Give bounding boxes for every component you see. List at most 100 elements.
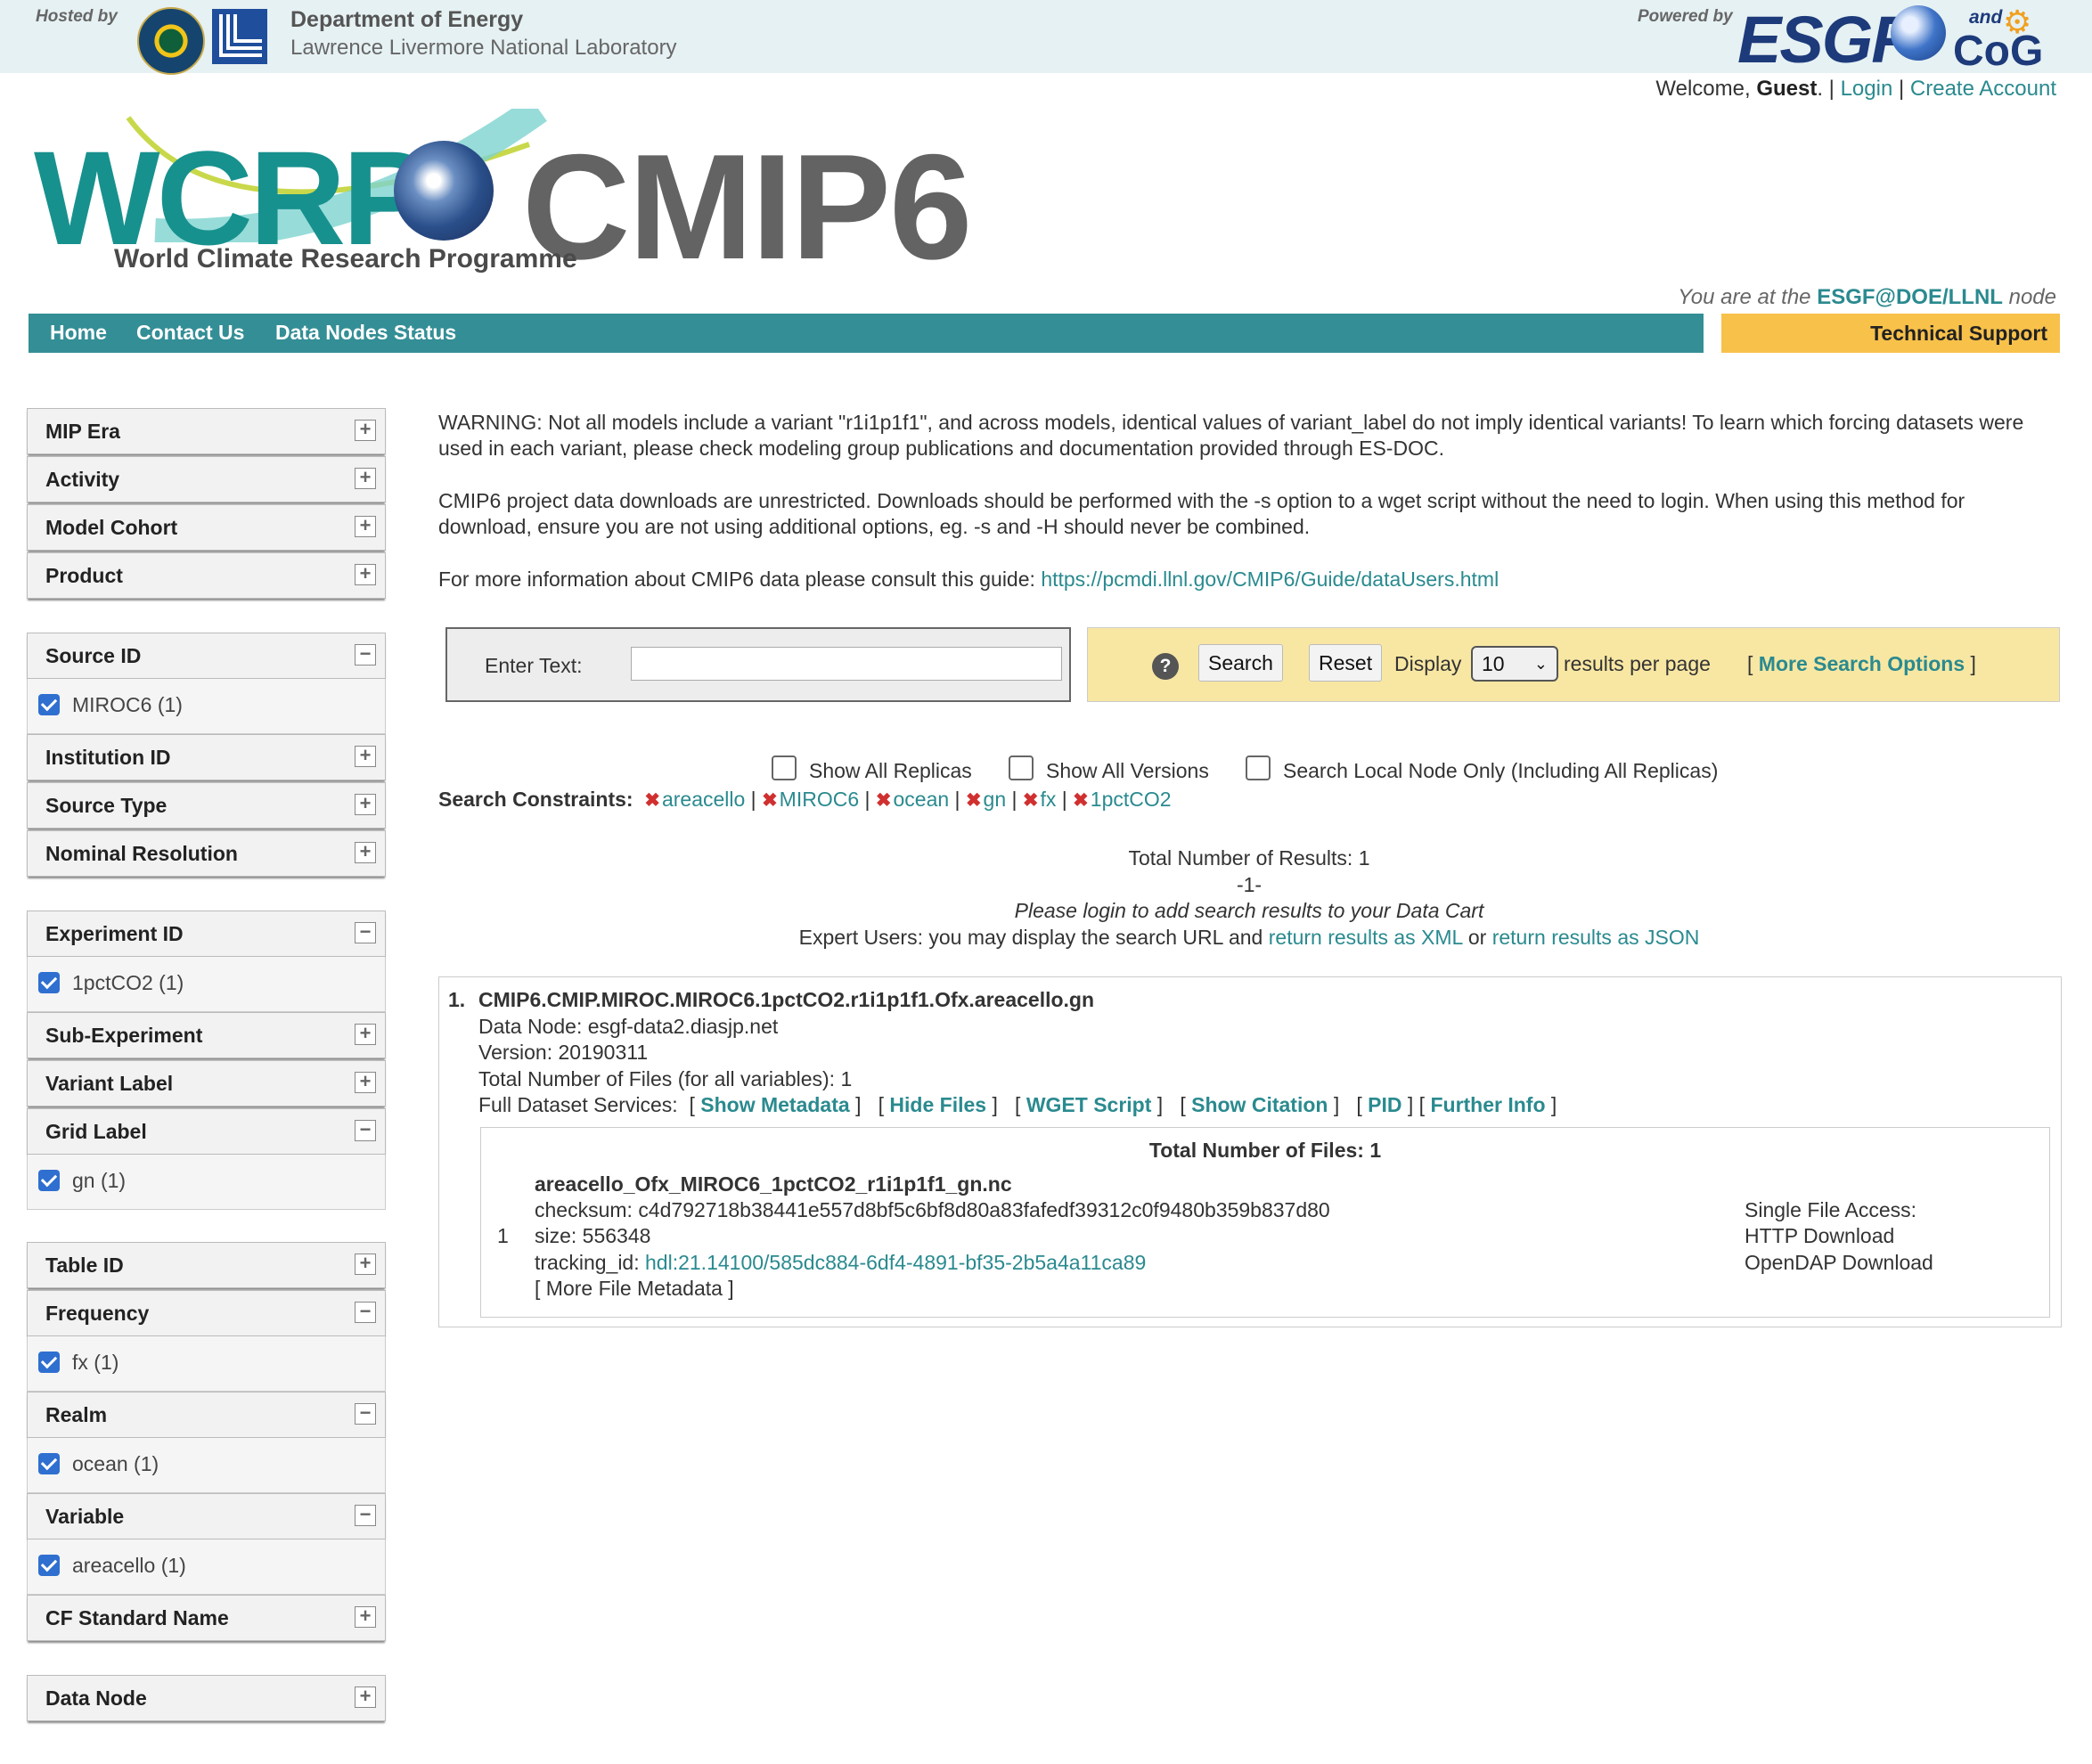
constraint-label[interactable]: fx [1041,788,1057,811]
nav-home[interactable]: Home [50,321,107,345]
nav-contact-us[interactable]: Contact Us [136,321,244,345]
facet-source-type[interactable]: Source Type + [27,782,386,829]
json-results-link[interactable]: return results as JSON [1492,926,1700,949]
doe-seal-logo[interactable] [137,7,205,75]
remove-icon[interactable]: ✖ [1023,790,1039,811]
show-citation-link[interactable]: Show Citation [1191,1093,1328,1116]
constraint-label[interactable]: ocean [894,788,950,811]
checked-checkbox-icon[interactable] [38,694,60,715]
collapse-icon[interactable]: − [355,1120,376,1141]
more-file-metadata-link[interactable]: [ More File Metadata ] [535,1277,734,1301]
expand-icon[interactable]: + [355,1024,376,1045]
expand-icon[interactable]: + [355,468,376,489]
tracking-id-link[interactable]: hdl:21.14100/585dc884-6df4-4891-bf35-2b5… [645,1251,1146,1274]
more-search-options[interactable]: [ More Search Options ] [1747,652,1976,676]
facet-institution-id[interactable]: Institution ID + [27,734,386,780]
remove-icon[interactable]: ✖ [966,790,982,811]
llnl-logo[interactable] [212,9,267,64]
checked-checkbox-icon[interactable] [38,1170,60,1191]
constraint-label[interactable]: gn [984,788,1007,811]
collapse-icon[interactable]: − [355,922,376,943]
collapse-icon[interactable]: − [355,644,376,666]
show-all-versions-toggle[interactable]: Show All Versions [1009,755,1209,783]
facet-value-miroc6[interactable]: MIROC6 (1) [38,693,183,717]
expand-icon[interactable]: + [355,746,376,767]
http-download-link[interactable]: HTTP Download [1745,1224,1894,1248]
constraint-label[interactable]: 1pctCO2 [1091,788,1172,811]
facet-product[interactable]: Product + [27,552,386,599]
hide-files-link[interactable]: Hide Files [889,1093,986,1116]
facet-value-fx[interactable]: fx (1) [38,1351,118,1375]
opendap-download-link[interactable]: OpenDAP Download [1745,1251,1933,1275]
nav-data-nodes-status[interactable]: Data Nodes Status [275,321,456,345]
collapse-icon[interactable]: − [355,1505,376,1526]
help-icon[interactable]: ? [1152,653,1179,680]
facet-experiment-id[interactable]: Experiment ID − [27,911,386,957]
expand-icon[interactable]: + [355,794,376,815]
checkbox-icon[interactable] [772,755,797,780]
search-local-node-toggle[interactable]: Search Local Node Only (Including All Re… [1246,755,1718,783]
constraint-gn[interactable]: ✖gn [966,788,1006,811]
checked-checkbox-icon[interactable] [38,1453,60,1474]
expand-icon[interactable]: + [355,1072,376,1093]
expand-icon[interactable]: + [355,1686,376,1708]
facet-sub-experiment[interactable]: Sub-Experiment + [27,1012,386,1058]
constraint-label[interactable]: MIROC6 [780,788,859,811]
constraint-miroc6[interactable]: ✖MIROC6 [762,788,859,811]
facet-variant-label[interactable]: Variant Label + [27,1060,386,1107]
login-link[interactable]: Login [1841,77,1893,101]
expand-icon[interactable]: + [355,1606,376,1628]
technical-support-button[interactable]: Technical Support [1721,314,2060,353]
constraint-areacello[interactable]: ✖areacello [644,788,745,811]
facet-mip-era[interactable]: MIP Era + [27,408,386,454]
expand-icon[interactable]: + [355,1254,376,1275]
facet-activity[interactable]: Activity + [27,456,386,502]
facet-variable[interactable]: Variable − [27,1493,386,1539]
facet-table-id[interactable]: Table ID + [27,1242,386,1288]
checkbox-icon[interactable] [1009,755,1034,780]
facet-data-node[interactable]: Data Node + [27,1675,386,1721]
facet-value-areacello[interactable]: areacello (1) [38,1554,186,1578]
create-account-link[interactable]: Create Account [1910,77,2056,101]
constraint-1pctco2[interactable]: ✖1pctCO2 [1073,788,1171,811]
more-search-options-link[interactable]: More Search Options [1759,652,1965,675]
expand-icon[interactable]: + [355,516,376,537]
cog-logo[interactable]: CoG [1953,27,2043,76]
facet-cf-standard-name[interactable]: CF Standard Name + [27,1595,386,1641]
facet-value-ocean[interactable]: ocean (1) [38,1452,159,1476]
further-info-link[interactable]: Further Info [1430,1093,1545,1116]
checked-checkbox-icon[interactable] [38,1352,60,1373]
remove-icon[interactable]: ✖ [876,790,892,811]
facet-value-gn[interactable]: gn (1) [38,1169,126,1193]
facet-nominal-resolution[interactable]: Nominal Resolution + [27,830,386,877]
facet-source-id[interactable]: Source ID − [27,633,386,679]
expand-icon[interactable]: + [355,842,376,863]
doe-name[interactable]: Department of Energy [290,7,523,33]
remove-icon[interactable]: ✖ [1073,790,1089,811]
expand-icon[interactable]: + [355,420,376,441]
llnl-name[interactable]: Lawrence Livermore National Laboratory [290,36,677,61]
facet-model-cohort[interactable]: Model Cohort + [27,504,386,551]
remove-icon[interactable]: ✖ [762,790,778,811]
pid-link[interactable]: PID [1368,1093,1401,1116]
facet-value-1pctco2[interactable]: 1pctCO2 (1) [38,971,184,995]
guide-link[interactable]: https://pcmdi.llnl.gov/CMIP6/Guide/dataU… [1041,568,1499,591]
wget-script-link[interactable]: WGET Script [1026,1093,1152,1116]
facet-grid-label[interactable]: Grid Label − [27,1108,386,1155]
constraint-label[interactable]: areacello [662,788,745,811]
reset-button[interactable]: Reset [1309,644,1383,682]
results-per-page-select[interactable]: 10 ⌄ [1471,646,1558,682]
collapse-icon[interactable]: − [355,1302,376,1323]
constraint-ocean[interactable]: ✖ocean [876,788,949,811]
checked-checkbox-icon[interactable] [38,1555,60,1576]
xml-results-link[interactable]: return results as XML [1269,926,1463,949]
checked-checkbox-icon[interactable] [38,972,60,993]
facet-realm[interactable]: Realm − [27,1392,386,1438]
search-button[interactable]: Search [1198,644,1283,682]
checkbox-icon[interactable] [1246,755,1271,780]
esgf-logo[interactable]: ESGF [1737,2,1911,78]
expand-icon[interactable]: + [355,564,376,585]
wcrp-cmip6-logo[interactable]: WCRP CMIP6 World Climate Research Progra… [30,105,1010,294]
remove-icon[interactable]: ✖ [644,790,660,811]
show-metadata-link[interactable]: Show Metadata [700,1093,849,1116]
